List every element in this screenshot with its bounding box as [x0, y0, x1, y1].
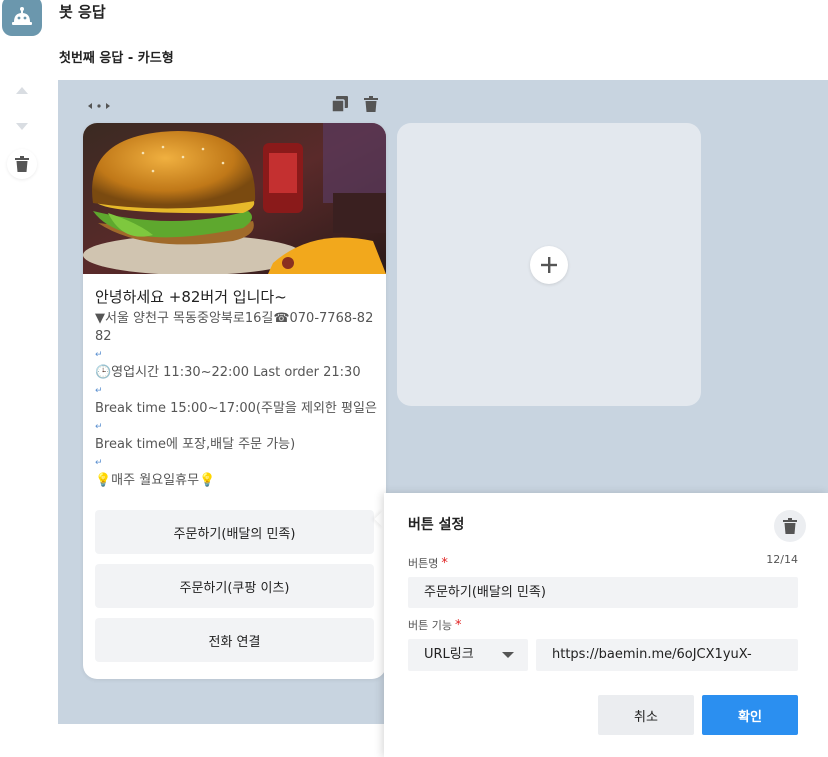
cancel-button[interactable]: 취소	[598, 695, 694, 735]
response-subtitle: 첫번째 응답 - 카드형	[59, 51, 174, 66]
arrow-down-icon	[16, 123, 28, 130]
bot-avatar	[2, 0, 42, 36]
line-break-icon: ↵	[95, 350, 103, 360]
arrow-up-icon	[16, 87, 28, 94]
card-title: 안녕하세요 +82버거 입니다~	[95, 288, 287, 306]
plus-icon	[541, 256, 557, 273]
card-break-time-2: Break time에 포장,배달 주문 가능)	[95, 437, 296, 452]
drag-handle[interactable]	[88, 98, 110, 114]
line-break-icon: ↵	[95, 386, 103, 396]
char-count: 12/14	[766, 553, 798, 566]
page-title: 봇 응답	[59, 3, 106, 21]
card-break-time-1: Break time 15:00~17:00(주말을 제외한 평일은	[95, 401, 377, 416]
card-button-call[interactable]: 전화 연결	[95, 618, 374, 662]
copy-icon	[332, 96, 348, 112]
button-function-value: URL링크	[424, 647, 474, 662]
card-holiday: 💡매주 월요일휴무💡	[95, 473, 216, 488]
copy-card-button[interactable]	[331, 95, 349, 113]
button-function-select[interactable]: URL링크	[408, 639, 528, 671]
button-name-label: 버튼명 *	[408, 555, 448, 571]
move-up-button[interactable]	[7, 75, 37, 105]
url-input[interactable]: https://baemin.me/6oJCX1yuX-	[536, 639, 798, 671]
line-break-icon: ↵	[95, 458, 103, 468]
response-card[interactable]: 안녕하세요 +82버거 입니다~ ▼서울 양천구 목동중앙북로16길☎070-7…	[83, 123, 386, 679]
button-name-label-text: 버튼명	[408, 557, 439, 570]
button-settings-popup: 버튼 설정 버튼명 * 12/14 주문하기(배달의 민족) 버튼 기능 * URL…	[384, 493, 828, 757]
add-card-button[interactable]	[530, 245, 568, 284]
card-button-baemin[interactable]: 주문하기(배달의 민족)	[95, 510, 374, 554]
confirm-button[interactable]: 확인	[702, 695, 798, 735]
button-name-input[interactable]: 주문하기(배달의 민족)	[408, 577, 798, 608]
trash-icon	[783, 518, 797, 534]
card-description: ▼서울 양천구 목동중앙북로16길☎070-7768-8282 ↵ 🕒영업시간 …	[95, 310, 377, 490]
bot-icon	[12, 7, 32, 25]
required-mark: *	[454, 618, 462, 633]
chevron-down-icon	[502, 652, 514, 658]
button-function-label: 버튼 기능 *	[408, 617, 461, 633]
trash-icon	[364, 96, 378, 112]
trash-icon	[15, 156, 29, 172]
card-hours: 🕒영업시간 11:30~22:00 Last order 21:30	[95, 365, 361, 380]
card-button-coupang[interactable]: 주문하기(쿠팡 이츠)	[95, 564, 374, 608]
card-image[interactable]	[83, 123, 386, 274]
move-arrows-icon	[88, 103, 110, 109]
delete-card-button[interactable]	[362, 95, 380, 113]
delete-response-button[interactable]	[7, 149, 37, 179]
popup-title: 버튼 설정	[408, 517, 465, 533]
line-break-icon: ↵	[95, 422, 103, 432]
button-function-label-text: 버튼 기능	[408, 619, 452, 632]
move-down-button[interactable]	[7, 112, 37, 142]
required-mark: *	[441, 556, 448, 571]
card-address: ▼서울 양천구 목동중앙북로16길☎070-7768-8282	[95, 311, 374, 344]
delete-button-button[interactable]	[774, 510, 806, 542]
add-card-slot[interactable]	[397, 123, 701, 406]
